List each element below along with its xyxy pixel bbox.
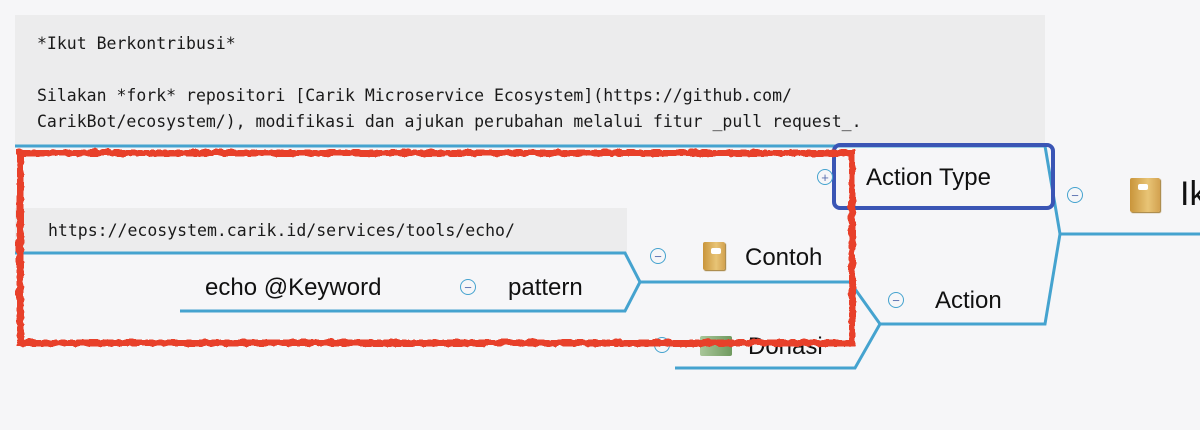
annotation-rectangle xyxy=(15,148,855,346)
